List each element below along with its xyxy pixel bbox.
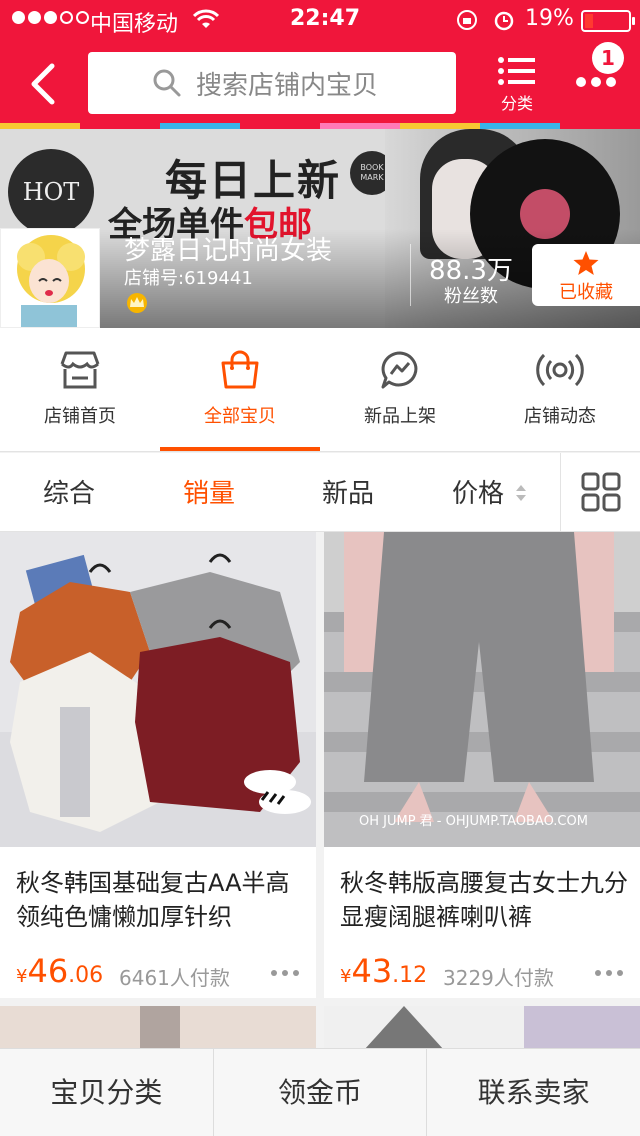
sort-price[interactable]: 价格 — [452, 473, 504, 510]
product-card[interactable]: OH JUMP 君 - OHJUMP.TAOBAO.COM 秋冬韩版高腰复古女士… — [324, 532, 640, 998]
grid-view-icon — [581, 472, 621, 512]
favorite-button[interactable]: 已收藏 — [532, 244, 640, 306]
search-placeholder: 搜索店铺内宝贝 — [196, 70, 379, 101]
product-image-peek — [324, 1006, 640, 1050]
shopping-bag-icon — [221, 350, 259, 389]
sort-bar: 综合 销量 新品 价格 — [0, 453, 640, 532]
more-options-icon[interactable] — [270, 968, 300, 978]
shop-id: 店铺号:619441 — [124, 268, 253, 289]
tab-shop-updates[interactable]: 店铺动态 — [480, 328, 640, 451]
sort-overall[interactable]: 综合 — [43, 473, 95, 510]
tab-label: 店铺首页 — [44, 406, 116, 427]
product-price: ¥43.12 — [340, 952, 427, 990]
category-label: 分类 — [500, 94, 533, 113]
product-image-peek — [0, 1006, 316, 1050]
view-toggle-button[interactable] — [560, 453, 640, 532]
carrier-label: 中国移动 — [90, 12, 179, 37]
price-integer: 43 — [351, 952, 393, 990]
category-button[interactable]: 分类 — [492, 56, 542, 114]
product-title[interactable]: 秋冬韩版高腰复古女士九分显瘦阔腿裤喇叭裤 — [340, 866, 630, 934]
battery-percent: 19% — [525, 6, 574, 31]
product-card-peek[interactable] — [324, 1006, 640, 1050]
broadcast-icon — [536, 353, 584, 387]
clock: 22:47 — [290, 6, 361, 31]
shop-avatar-image — [1, 229, 99, 327]
bottom-action-bar: 宝贝分类 领金币 联系卖家 — [0, 1048, 640, 1136]
signal-strength-icon — [12, 11, 89, 24]
pants-photo: OH JUMP 君 - OHJUMP.TAOBAO.COM — [324, 532, 640, 847]
currency-symbol: ¥ — [16, 966, 28, 987]
product-image[interactable] — [0, 532, 316, 847]
sold-count: 6461人付款 — [119, 966, 230, 990]
product-image[interactable]: OH JUMP 君 - OHJUMP.TAOBAO.COM — [324, 532, 640, 847]
favorite-label: 已收藏 — [559, 282, 613, 303]
back-arrow-icon[interactable] — [24, 62, 64, 106]
contact-seller-button[interactable]: 联系卖家 — [426, 1049, 640, 1136]
shop-tab-nav: 店铺首页 全部宝贝 新品上架 店铺动态 — [0, 328, 640, 452]
product-price: ¥46.06 — [16, 952, 103, 990]
item-categories-button[interactable]: 宝贝分类 — [0, 1049, 213, 1136]
shop-page: 中国移动 22:47 19% 搜索店铺内宝贝 分类 1 HOT 每日上新 BOO… — [0, 0, 640, 1136]
price-integer: 46 — [27, 952, 69, 990]
price-decimal: .06 — [68, 963, 104, 988]
sweater-photo — [0, 532, 316, 847]
status-bar: 中国移动 22:47 19% — [0, 0, 640, 40]
product-card[interactable]: 秋冬韩国基础复古AA半高领纯色慵懒加厚针织 ¥46.06 6461人付款 — [0, 532, 316, 998]
shop-search-input[interactable]: 搜索店铺内宝贝 — [88, 52, 456, 114]
photo-watermark: OH JUMP 君 - OHJUMP.TAOBAO.COM — [359, 814, 588, 829]
store-icon — [60, 351, 100, 389]
fans-label: 粉丝数 — [444, 286, 498, 307]
tab-new-arrivals[interactable]: 新品上架 — [320, 328, 480, 451]
hot-badge: HOT — [8, 149, 94, 235]
rotation-lock-alarm-icon — [457, 10, 514, 31]
search-icon — [153, 69, 181, 97]
tab-label: 新品上架 — [364, 406, 436, 427]
tab-label: 全部宝贝 — [204, 406, 276, 427]
star-icon — [573, 251, 599, 275]
price-decimal: .12 — [392, 963, 428, 988]
product-title[interactable]: 秋冬韩国基础复古AA半高领纯色慵懒加厚针织 — [16, 866, 306, 934]
tab-all-items[interactable]: 全部宝贝 — [160, 328, 320, 451]
crown-rank-icon — [127, 293, 147, 313]
tab-label: 店铺动态 — [524, 406, 596, 427]
top-header: 中国移动 22:47 19% 搜索店铺内宝贝 分类 1 — [0, 0, 640, 123]
more-menu-icon[interactable] — [574, 72, 618, 92]
sort-sales[interactable]: 销量 — [183, 473, 235, 510]
sort-toggle-icon — [516, 485, 526, 501]
shop-name: 梦露日记时尚女装 — [124, 236, 333, 266]
new-arrival-icon — [381, 351, 418, 389]
notification-badge: 1 — [592, 42, 624, 74]
sold-count: 3229人付款 — [443, 966, 554, 990]
product-card-peek[interactable] — [0, 1006, 316, 1050]
battery-icon — [581, 10, 635, 32]
list-icon — [498, 57, 535, 85]
currency-symbol: ¥ — [340, 966, 352, 987]
sort-new[interactable]: 新品 — [322, 473, 374, 510]
tab-shop-home[interactable]: 店铺首页 — [0, 328, 160, 451]
wifi-icon — [193, 9, 219, 28]
claim-coins-button[interactable]: 领金币 — [212, 1049, 427, 1136]
shop-logo[interactable] — [0, 228, 100, 328]
more-options-icon[interactable] — [594, 968, 624, 978]
